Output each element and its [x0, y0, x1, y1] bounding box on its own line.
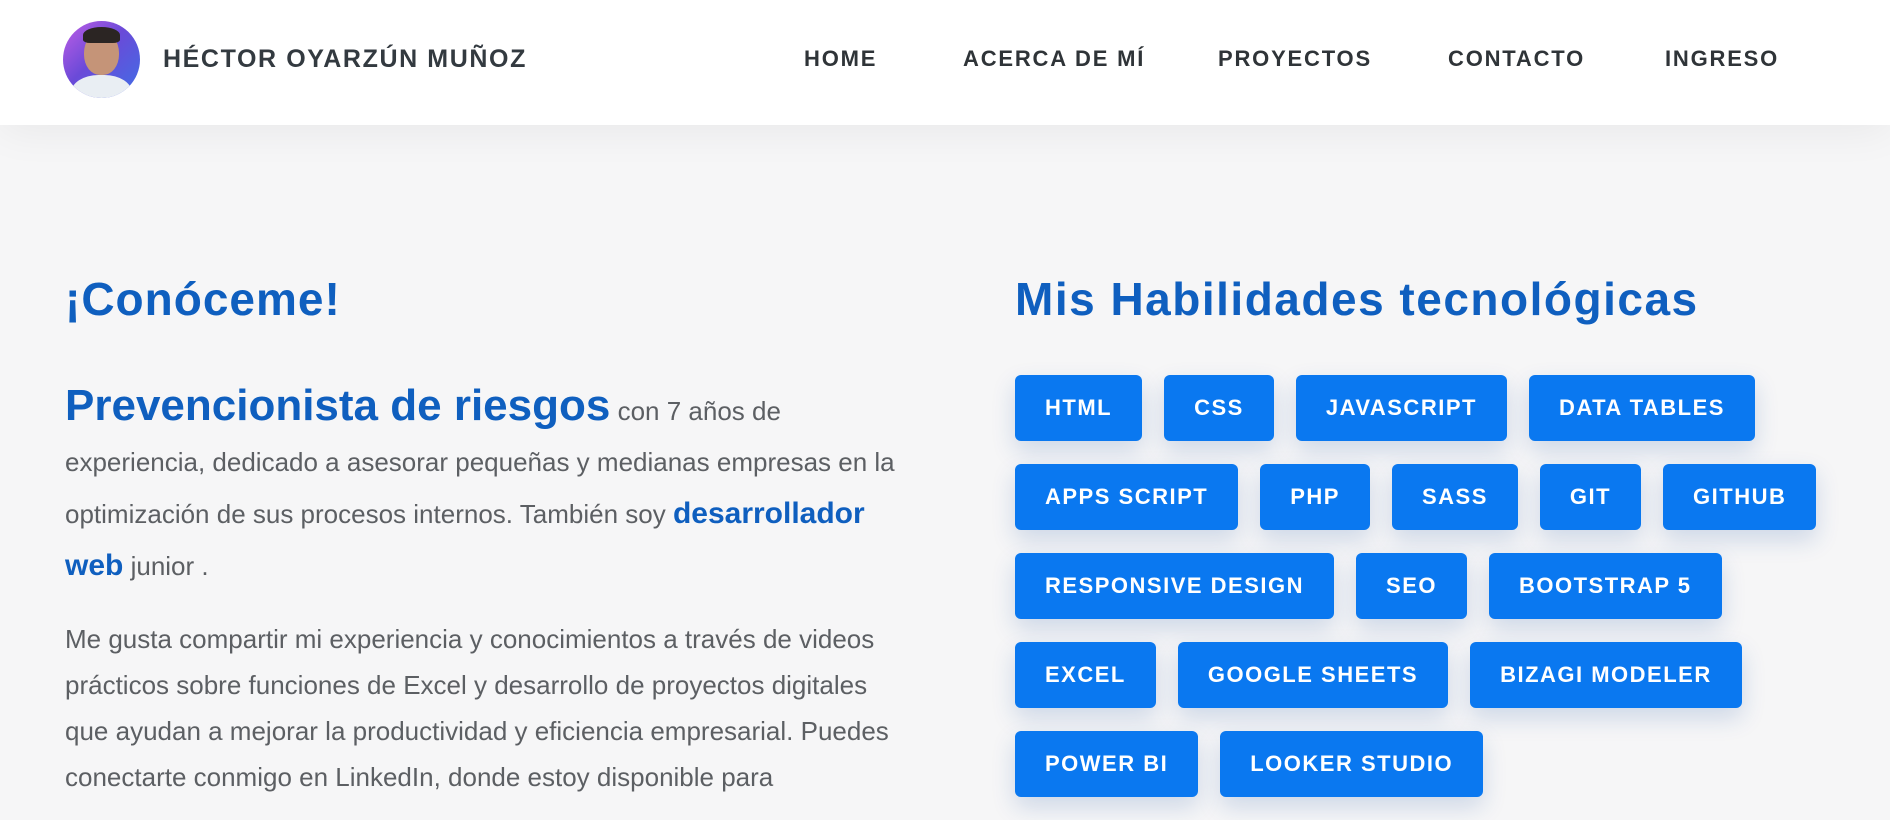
skills-row: HTML CSS JAVASCRIPT DATA TABLES	[1015, 375, 1845, 441]
skill-badge-apps-script[interactable]: APPS SCRIPT	[1015, 464, 1239, 530]
skill-badge-google-sheets[interactable]: GOOGLE SHEETS	[1177, 642, 1449, 708]
skill-badge-git[interactable]: GIT	[1539, 464, 1642, 530]
skill-badge-seo[interactable]: SEO	[1356, 553, 1467, 619]
nav-link-ingreso[interactable]: INGRESO	[1665, 46, 1779, 72]
skill-badge-data-tables[interactable]: DATA TABLES	[1528, 375, 1755, 441]
about-title: ¡Conóceme!	[65, 273, 341, 325]
skills-row: APPS SCRIPT PHP SASS GIT GITHUB	[1015, 464, 1845, 530]
skill-badge-responsive-design[interactable]: RESPONSIVE DESIGN	[1015, 553, 1335, 619]
skill-badge-bizagi-modeler[interactable]: BIZAGI MODELER	[1470, 642, 1742, 708]
skill-badge-github[interactable]: GITHUB	[1663, 464, 1817, 530]
about-text-2: junior .	[123, 551, 209, 581]
nav-link-proyectos[interactable]: PROYECTOS	[1218, 46, 1372, 72]
skill-badge-looker-studio[interactable]: LOOKER STUDIO	[1220, 731, 1484, 797]
skill-badge-php[interactable]: PHP	[1260, 464, 1370, 530]
skills-row: RESPONSIVE DESIGN SEO BOOTSTRAP 5	[1015, 553, 1845, 619]
skill-badge-excel[interactable]: EXCEL	[1015, 642, 1156, 708]
nav-link-contacto[interactable]: CONTACTO	[1448, 46, 1585, 72]
nav-menu: HOME ACERCA DE MÍ PROYECTOS CONTACTO ING…	[780, 0, 1840, 118]
skill-badge-sass[interactable]: SASS	[1391, 464, 1518, 530]
skill-badge-css[interactable]: CSS	[1164, 375, 1274, 441]
skills-row: POWER BI LOOKER STUDIO	[1015, 731, 1845, 797]
skill-badge-javascript[interactable]: JAVASCRIPT	[1295, 375, 1507, 441]
skill-badge-bootstrap-5[interactable]: BOOTSTRAP 5	[1488, 553, 1722, 619]
skills-list: HTML CSS JAVASCRIPT DATA TABLES APPS SCR…	[1015, 375, 1845, 820]
avatar	[63, 21, 140, 98]
brand-name: HÉCTOR OYARZÚN MUÑOZ	[163, 45, 527, 73]
navbar: HÉCTOR OYARZÚN MUÑOZ HOME ACERCA DE MÍ P…	[0, 0, 1890, 125]
about-lead: Prevencionista de riesgos	[65, 381, 611, 430]
about-intro: Prevencionista de riesgos con 7 años de …	[65, 380, 895, 592]
nav-link-home[interactable]: HOME	[804, 46, 877, 72]
skill-badge-html[interactable]: HTML	[1015, 375, 1143, 441]
brand-link[interactable]: HÉCTOR OYARZÚN MUÑOZ	[63, 21, 527, 98]
skills-row: EXCEL GOOGLE SHEETS BIZAGI MODELER	[1015, 642, 1845, 708]
nav-link-acerca-de-mi[interactable]: ACERCA DE MÍ	[963, 46, 1145, 72]
skill-badge-power-bi[interactable]: POWER BI	[1015, 731, 1199, 797]
about-paragraph-2: Me gusta compartir mi experiencia y cono…	[65, 624, 889, 792]
skills-title: Mis Habilidades tecnológicas	[1015, 273, 1699, 325]
